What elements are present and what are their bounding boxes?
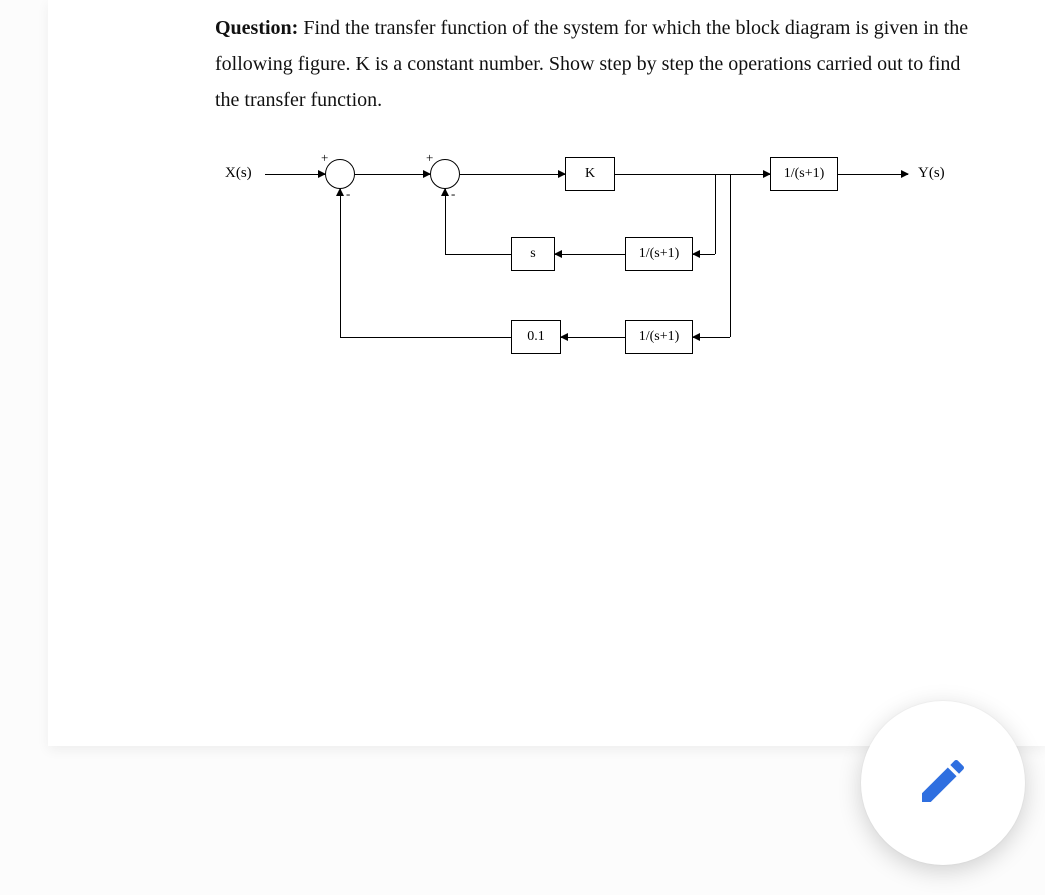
- block-diagram: X(s) + - + - K 1/(s+1) Y(s): [215, 140, 975, 400]
- sum2-minus: -: [451, 186, 455, 202]
- block-fb-inner-1-over-s-plus-1: 1/(s+1): [625, 237, 693, 271]
- wire: [730, 174, 731, 337]
- block-fb-outer-1-over-s-plus-1: 1/(s+1): [625, 320, 693, 354]
- wire: [340, 189, 341, 338]
- wire: [838, 174, 908, 175]
- wire: [445, 254, 511, 255]
- wire: [555, 254, 625, 255]
- wire: [340, 337, 511, 338]
- wire: [445, 189, 446, 255]
- output-label: Y(s): [918, 165, 945, 182]
- sum2-plus: +: [426, 150, 433, 166]
- edit-fab[interactable]: [861, 701, 1025, 865]
- block-fb-outer-0-1-label: 0.1: [527, 329, 545, 345]
- wire: [355, 174, 430, 175]
- question-body: Find the transfer function of the system…: [215, 17, 968, 111]
- wire: [460, 174, 565, 175]
- block-K-label: K: [585, 166, 595, 182]
- sum1-minus: -: [346, 186, 350, 202]
- sum1-plus: +: [321, 150, 328, 166]
- block-output-1-over-s-plus-1: 1/(s+1): [770, 157, 838, 191]
- summing-junction-2: [430, 159, 460, 189]
- wire: [693, 254, 715, 255]
- block-fb-inner-s: s: [511, 237, 555, 271]
- block-fb-inner-1-over-s-plus-1-label: 1/(s+1): [639, 246, 680, 262]
- content-card: Question: Find the transfer function of …: [48, 0, 1045, 746]
- question-label: Question:: [215, 17, 298, 39]
- question-text: Question: Find the transfer function of …: [215, 10, 975, 118]
- wire: [730, 174, 770, 175]
- summing-junction-1: [325, 159, 355, 189]
- wire: [693, 337, 730, 338]
- block-fb-outer-1-over-s-plus-1-label: 1/(s+1): [639, 329, 680, 345]
- wire: [561, 337, 625, 338]
- wire: [715, 174, 716, 254]
- block-fb-outer-0-1: 0.1: [511, 320, 561, 354]
- block-K: K: [565, 157, 615, 191]
- block-fb-inner-s-label: s: [530, 246, 535, 262]
- input-label: X(s): [225, 165, 252, 182]
- wire: [615, 174, 730, 175]
- block-output-label: 1/(s+1): [784, 166, 825, 182]
- edit-icon: [915, 753, 971, 814]
- wire: [265, 174, 325, 175]
